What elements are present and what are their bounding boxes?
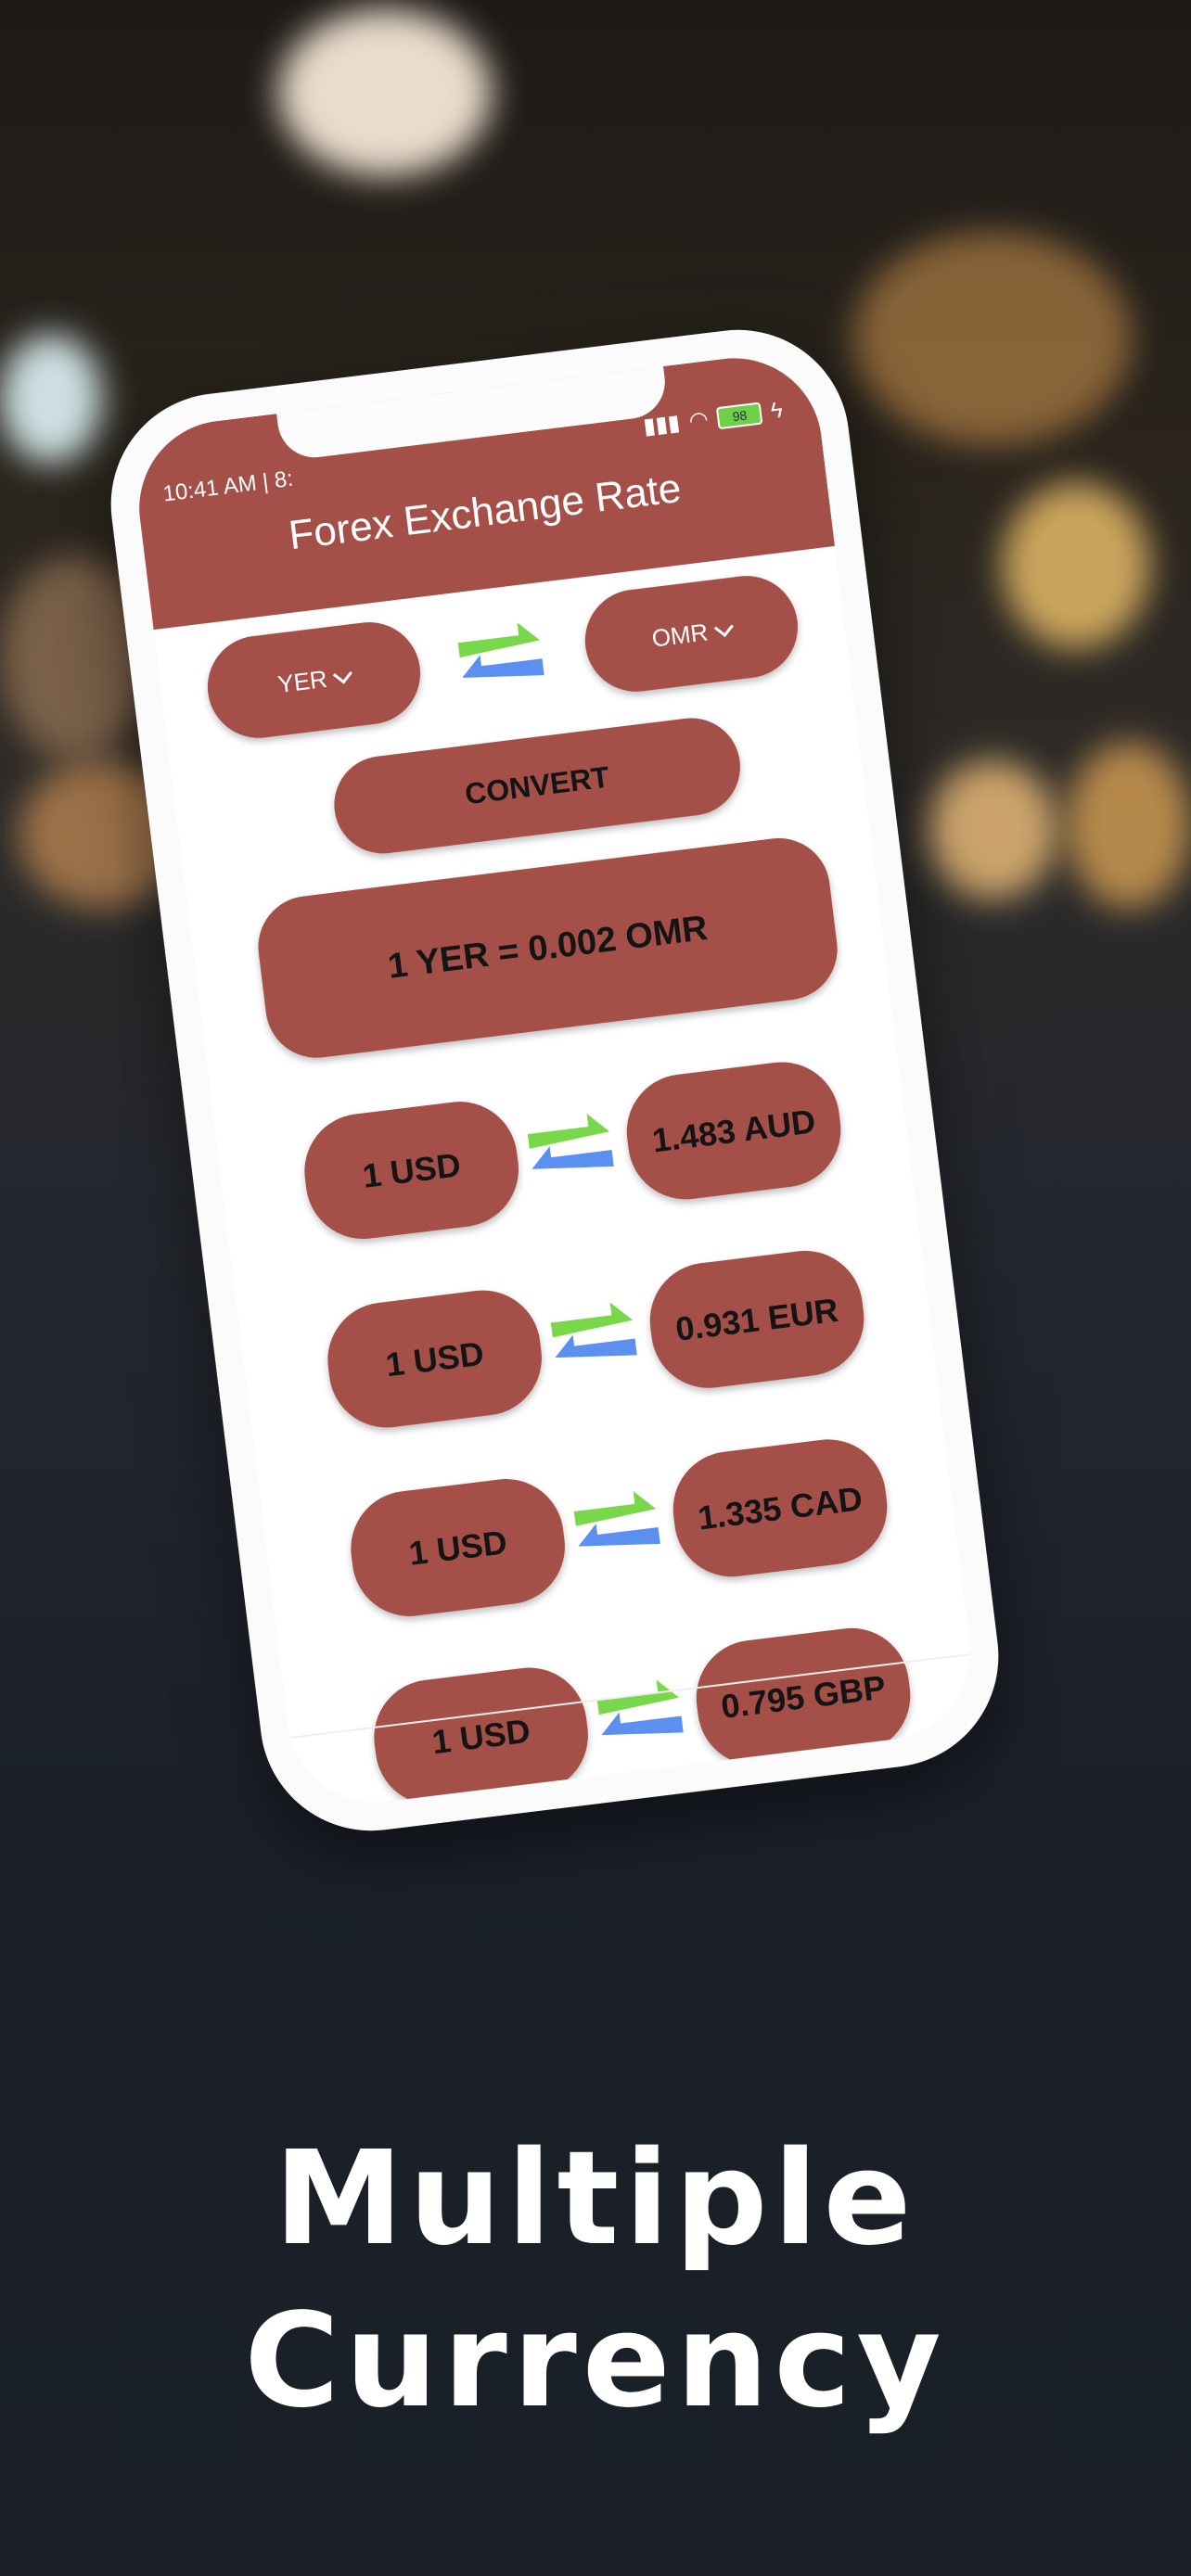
bokeh-light <box>0 334 102 464</box>
swap-arrows-icon <box>527 1114 614 1169</box>
bokeh-light <box>1067 742 1191 909</box>
bokeh-light <box>853 232 1132 445</box>
app-title: Forex Exchange Rate <box>286 465 684 559</box>
battery-icon: 98 <box>716 402 763 429</box>
headline-line-2: Currency <box>244 2286 947 2437</box>
app-screen: 10:41 AM | 8: ▮▮▮ ◠ 98 ϟ Forex Exchange … <box>129 348 980 1813</box>
status-time: 10:41 AM | 8: <box>161 465 295 507</box>
swap-arrows-icon <box>550 1302 637 1358</box>
rate-base: 1 USD <box>321 1283 549 1435</box>
from-currency-label: YER <box>275 664 329 698</box>
chevron-down-icon <box>333 664 353 684</box>
rate-quote: 1.483 AUD <box>620 1055 848 1206</box>
rate-base: 1 USD <box>344 1472 572 1623</box>
to-currency-select[interactable]: OMR <box>579 569 804 698</box>
wifi-icon: ◠ <box>687 406 711 434</box>
conversion-result: 1 YER = 0.002 OMR <box>252 832 843 1064</box>
to-currency-label: OMR <box>649 617 710 653</box>
status-icons: ▮▮▮ ◠ 98 ϟ <box>642 397 785 440</box>
chevron-down-icon <box>713 617 734 637</box>
from-currency-select[interactable]: YER <box>201 616 427 745</box>
headline-line-1: Multiple <box>274 2123 917 2275</box>
bokeh-light <box>1002 482 1150 649</box>
bokeh-light <box>928 760 1057 899</box>
charging-icon: ϟ <box>769 397 785 424</box>
convert-button[interactable]: CONVERT <box>328 712 746 860</box>
notch <box>275 357 670 462</box>
signal-icon: ▮▮▮ <box>641 410 682 440</box>
swap-arrows-icon[interactable] <box>452 610 550 704</box>
bokeh-light <box>278 9 492 176</box>
rate-quote: 0.931 EUR <box>643 1243 871 1395</box>
phone-mockup: 10:41 AM | 8: ▮▮▮ ◠ 98 ϟ Forex Exchange … <box>97 317 1012 1843</box>
rate-quote: 1.335 CAD <box>666 1433 894 1584</box>
rate-base: 1 USD <box>298 1095 526 1246</box>
swap-arrows-icon <box>573 1490 660 1547</box>
